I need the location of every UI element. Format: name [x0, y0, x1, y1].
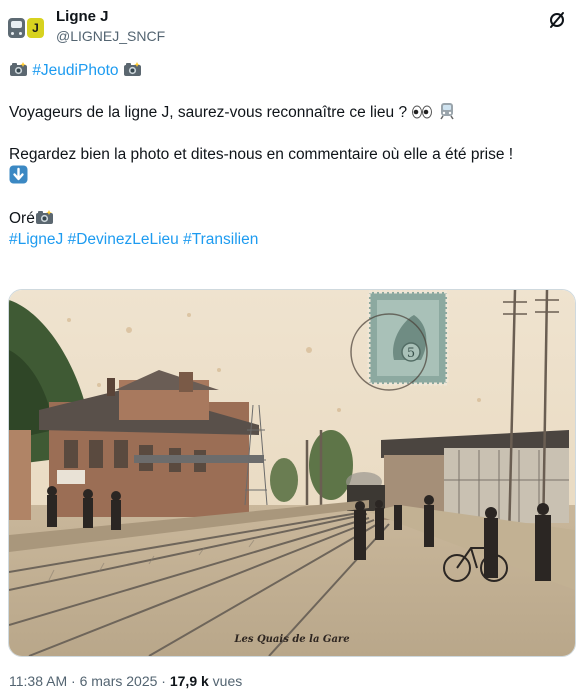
tweet-date[interactable]: 6 mars 2025	[80, 673, 158, 689]
camera-emoji	[10, 62, 27, 76]
hashtag-jeudiphoto[interactable]: #JeudiPhoto	[32, 62, 118, 79]
hashtag-transilien[interactable]: #Transilien	[183, 231, 258, 248]
camera-emoji	[35, 210, 53, 224]
down-arrow-emoji	[9, 165, 28, 184]
tweet-photo[interactable]: 5 Les Quais de la Gare	[8, 289, 576, 657]
tweet-time[interactable]: 11:38 AM	[9, 673, 67, 689]
avatar[interactable]: J	[8, 14, 48, 42]
tweet-line-question: Voyageurs de la ligne J, saurez-vous rec…	[9, 104, 408, 121]
stamp-value: 5	[407, 346, 415, 361]
user-handle[interactable]: @LIGNEJ_SNCF	[56, 26, 165, 46]
grok-icon[interactable]	[547, 10, 567, 30]
train-icon	[8, 18, 25, 38]
eyes-emoji	[412, 105, 433, 119]
vintage-postcard-image: 5 Les Quais de la Gare	[9, 290, 575, 656]
camera-emoji	[123, 62, 141, 76]
postcard-caption: Les Quais de la Gare	[233, 634, 349, 645]
tweet-signature: Oré	[9, 210, 35, 227]
tweet-meta: 11:38 AM · 6 mars 2025 · 17,9 k vues	[9, 673, 243, 689]
views-label: vues	[208, 673, 243, 689]
hashtag-lignej[interactable]: #LigneJ	[9, 231, 63, 248]
hashtag-devinezlelieu[interactable]: #DevinezLeLieu	[68, 231, 179, 248]
tweet-header: J Ligne J @LIGNEJ_SNCF	[8, 8, 573, 48]
display-name[interactable]: Ligne J	[56, 8, 165, 26]
views-count: 17,9 k	[169, 673, 209, 689]
train-emoji	[440, 103, 454, 120]
line-j-badge: J	[27, 18, 44, 38]
tweet-text: #JeudiPhoto Voyageurs de la ligne J, sau…	[9, 60, 575, 250]
tweet-line-instruction: Regardez bien la photo et dites-nous en …	[9, 146, 514, 163]
